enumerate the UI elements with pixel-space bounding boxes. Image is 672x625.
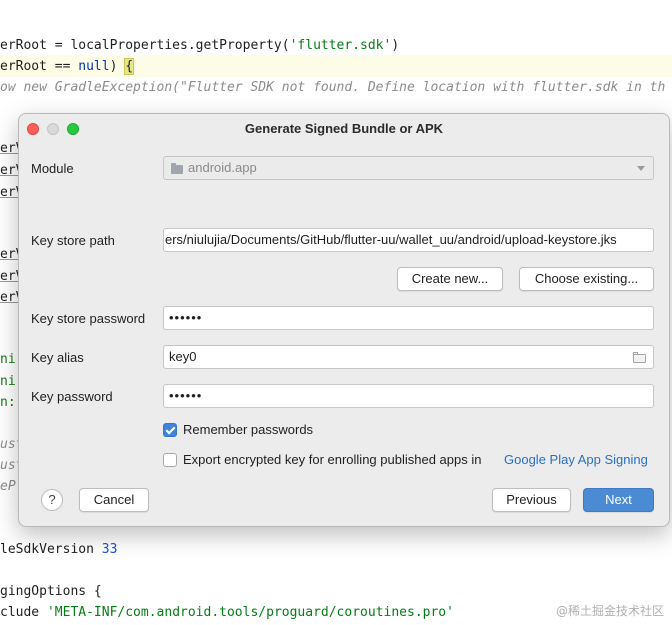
code-line: erRoot = localProperties.getProperty('fl… bbox=[0, 37, 399, 55]
module-folder-icon bbox=[171, 163, 183, 174]
watermark: @稀土掘金技术社区 bbox=[555, 604, 664, 618]
code-text: clude bbox=[0, 605, 47, 620]
folder-icon[interactable] bbox=[633, 352, 646, 363]
code-string: 'META-INF/com.android.tools/proguard/cor… bbox=[46, 605, 454, 620]
export-key-label: Export encrypted key for enrolling publi… bbox=[183, 452, 482, 467]
code-line: gingOptions { bbox=[0, 583, 102, 601]
code-number: 33 bbox=[101, 542, 118, 557]
code-line: erRoot == null) { bbox=[0, 58, 135, 76]
code-line: ow new GradleException("Flutter SDK not … bbox=[0, 79, 665, 97]
keystore-password-label: Key store password bbox=[31, 311, 146, 326]
key-alias-label: Key alias bbox=[31, 350, 84, 365]
cancel-button[interactable]: Cancel bbox=[79, 488, 149, 512]
code-line: leSdkVersion 33 bbox=[0, 541, 117, 559]
code-text: leSdkVersion bbox=[0, 542, 102, 557]
dialog-titlebar: Generate Signed Bundle or APK bbox=[19, 114, 669, 144]
code-text: ) bbox=[391, 38, 400, 53]
code-fragment: ni bbox=[0, 374, 16, 389]
code-text: erRoot = localProperties.getProperty( bbox=[0, 38, 290, 53]
module-label: Module bbox=[31, 161, 74, 176]
remember-passwords-checkbox[interactable] bbox=[163, 423, 177, 437]
chevron-down-icon bbox=[637, 166, 645, 171]
module-select[interactable]: android.app bbox=[163, 156, 654, 180]
code-fragment: eP bbox=[0, 479, 16, 494]
code-text: ) bbox=[109, 59, 126, 74]
choose-existing-button[interactable]: Choose existing... bbox=[519, 267, 654, 291]
code-fragment: n: bbox=[0, 395, 16, 410]
next-button[interactable]: Next bbox=[583, 488, 654, 512]
generate-signed-bundle-dialog: Generate Signed Bundle or APK Module and… bbox=[18, 113, 670, 527]
code-fragment: ni bbox=[0, 352, 16, 367]
code-string: 'flutter.sdk' bbox=[289, 38, 392, 53]
code-keyword: null bbox=[78, 59, 110, 74]
keystore-password-input[interactable]: •••••• bbox=[163, 306, 654, 330]
keystore-path-label: Key store path bbox=[31, 233, 115, 248]
key-password-input[interactable]: •••••• bbox=[163, 384, 654, 408]
key-alias-input[interactable]: key0 bbox=[163, 345, 654, 369]
remember-passwords-label: Remember passwords bbox=[183, 422, 314, 437]
code-text: erRoot == bbox=[0, 59, 79, 74]
module-value: android.app bbox=[188, 160, 257, 175]
code-line: clude 'META-INF/com.android.tools/progua… bbox=[0, 604, 454, 622]
export-key-checkbox[interactable] bbox=[163, 453, 177, 467]
key-password-label: Key password bbox=[31, 389, 113, 404]
google-play-app-signing-link[interactable]: Google Play App Signing bbox=[504, 452, 648, 467]
code-text: gingOptions { bbox=[0, 584, 102, 599]
help-icon[interactable]: ? bbox=[41, 489, 63, 511]
key-alias-value: key0 bbox=[169, 349, 197, 364]
matched-brace: { bbox=[124, 58, 135, 75]
keystore-path-input[interactable]: ers/niulujia/Documents/GitHub/flutter-uu… bbox=[163, 228, 654, 252]
dialog-title: Generate Signed Bundle or APK bbox=[244, 121, 444, 136]
previous-button[interactable]: Previous bbox=[492, 488, 571, 512]
code-comment: ow new GradleException("Flutter SDK not … bbox=[0, 80, 666, 95]
create-new-button[interactable]: Create new... bbox=[397, 267, 503, 291]
